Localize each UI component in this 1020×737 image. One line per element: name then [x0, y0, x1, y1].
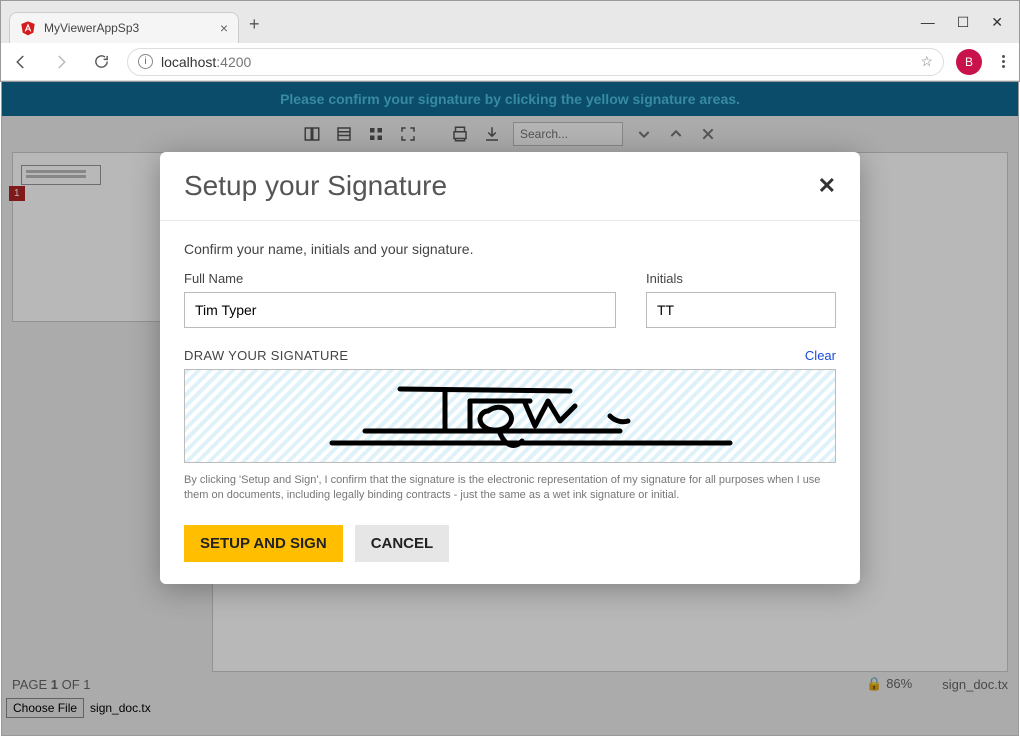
url-host: localhost [161, 54, 216, 70]
signature-setup-modal: Setup your Signature ✕ Confirm your name… [160, 152, 860, 584]
address-bar: i localhost:4200 ☆ B [1, 43, 1019, 81]
modal-close-icon[interactable]: ✕ [818, 173, 836, 199]
modal-overlay: Setup your Signature ✕ Confirm your name… [2, 82, 1018, 735]
initials-input[interactable] [646, 292, 836, 328]
new-tab-button[interactable]: + [249, 14, 260, 35]
initials-field: Initials [646, 271, 836, 328]
reload-button[interactable] [87, 48, 115, 76]
browser-menu-icon[interactable] [994, 53, 1013, 70]
modal-title: Setup your Signature [184, 170, 447, 202]
profile-avatar[interactable]: B [956, 49, 982, 75]
signature-pad[interactable] [184, 369, 836, 463]
info-icon: i [138, 54, 153, 69]
cancel-button[interactable]: CANCEL [355, 525, 450, 562]
angular-icon [20, 20, 36, 36]
browser-title-bar: MyViewerAppSp3 × + — ☐ ✕ [1, 1, 1019, 43]
bookmark-star-icon[interactable]: ☆ [920, 53, 933, 70]
full-name-input[interactable] [184, 292, 616, 328]
browser-tab[interactable]: MyViewerAppSp3 × [9, 12, 239, 43]
modal-subtitle: Confirm your name, initials and your sig… [184, 241, 836, 257]
minimize-icon[interactable]: — [921, 14, 935, 31]
url-input[interactable]: i localhost:4200 ☆ [127, 48, 944, 76]
full-name-field: Full Name [184, 271, 616, 328]
drawn-signature [270, 371, 750, 461]
app-viewport: Please confirm your signature by clickin… [1, 82, 1019, 736]
clear-signature-link[interactable]: Clear [805, 348, 836, 363]
tab-title: MyViewerAppSp3 [44, 21, 212, 35]
tab-close-icon[interactable]: × [220, 20, 228, 36]
url-port: :4200 [216, 54, 251, 70]
setup-and-sign-button[interactable]: SETUP AND SIGN [184, 525, 343, 562]
initials-label: Initials [646, 271, 836, 286]
maximize-icon[interactable]: ☐ [957, 14, 970, 31]
signature-section-label: DRAW YOUR SIGNATURE [184, 348, 348, 363]
signature-disclaimer: By clicking 'Setup and Sign', I confirm … [184, 463, 836, 503]
back-button[interactable] [7, 48, 35, 76]
close-window-icon[interactable]: ✕ [991, 14, 1003, 31]
forward-button[interactable] [47, 48, 75, 76]
window-controls: — ☐ ✕ [921, 14, 1011, 31]
full-name-label: Full Name [184, 271, 616, 286]
